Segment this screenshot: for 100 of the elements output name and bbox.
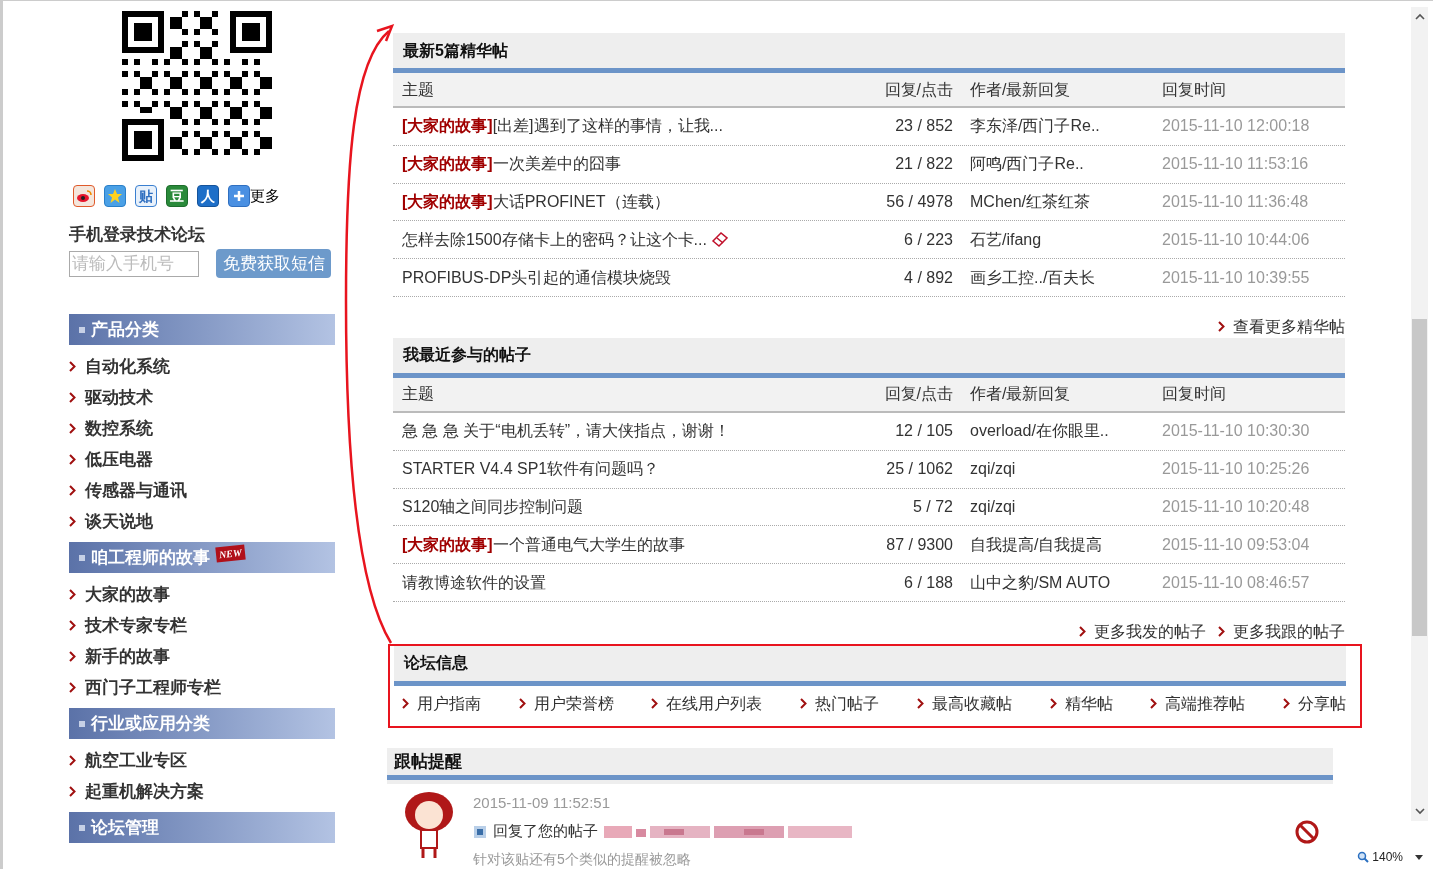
topic-link[interactable]: [大家的故事]一次美差中的囧事	[402, 152, 621, 177]
column-header: 作者/最新回复	[969, 79, 1072, 100]
topic-link[interactable]: PROFIBUS-DP头引起的通信模块烧毁	[402, 265, 672, 290]
share-more-link[interactable]: 更多	[250, 185, 280, 208]
chevron-icon	[518, 698, 526, 710]
column-header: 回复时间	[1162, 384, 1227, 405]
zoom-level[interactable]: 140%	[1357, 848, 1403, 866]
chevron-icon	[69, 423, 76, 434]
chevron-icon	[69, 485, 76, 496]
forum-info-link[interactable]: 用户指南	[402, 691, 481, 716]
topic-link[interactable]: [大家的故事]一个普通电气大学生的故事	[402, 532, 685, 557]
mobile-login-title: 手机登录技术论坛	[69, 223, 206, 246]
ignored-note: 针对该贴还有5个类似的提醒被忽略	[473, 849, 692, 869]
chevron-icon	[916, 698, 924, 710]
category-title: 咱工程师的故事	[91, 546, 210, 569]
category-link[interactable]: 大家的故事	[69, 579, 335, 610]
forum-info-link[interactable]: 分享帖	[1282, 691, 1346, 716]
reply-count-cell-text: 6 / 223	[903, 229, 953, 250]
dropdown-caret-icon[interactable]	[1415, 854, 1423, 860]
topic-link[interactable]: [大家的故事][出差]遇到了这样的事情，让我...	[402, 114, 723, 139]
author-cell-text: 阿鸣/西门子Re..	[969, 154, 1085, 175]
author-cell-text: zqi/zqi	[969, 459, 1017, 480]
reminder-time: 2015-11-09 11:52:51	[473, 792, 612, 813]
category-title: 行业或应用分类	[91, 712, 210, 735]
forum-info-link[interactable]: 最高收藏帖	[916, 691, 1012, 716]
chevron-icon	[402, 698, 409, 710]
scrollbar-thumb[interactable]	[1412, 319, 1427, 636]
author-cell-text: 山中之豹/SM AUTO	[969, 572, 1112, 593]
category-link[interactable]: 航空工业专区	[69, 745, 335, 776]
topic-link[interactable]: 怎样去除1500存储卡上的密码？让这个卡...	[402, 227, 707, 252]
reply-count-cell-text: 87 / 9300	[885, 534, 953, 555]
weibo-eye-icon	[76, 189, 92, 204]
category-link[interactable]: 西门子工程师专栏	[69, 672, 335, 703]
category-title: 论坛管理	[91, 816, 159, 839]
category-link[interactable]: 低压电器	[69, 444, 335, 475]
share-button[interactable]	[73, 185, 95, 208]
bullet-icon	[79, 824, 85, 831]
chevron-icon	[69, 651, 76, 662]
author-cell-text: 画乡工控../百夫长	[969, 267, 1097, 288]
chevron-icon	[1218, 626, 1225, 638]
forum-info-link[interactable]: 在线用户列表	[651, 691, 763, 716]
forum-info-link[interactable]: 精华帖	[1049, 691, 1113, 716]
category-title: 产品分类	[91, 318, 159, 341]
section-title: 我最近参与的帖子	[403, 345, 531, 366]
topic-link[interactable]: [大家的故事]大话PROFINET（连载）	[402, 190, 670, 214]
section-title: 最新5篇精华帖	[403, 40, 508, 61]
zoom-icon	[1357, 851, 1370, 863]
more-link[interactable]: 查看更多精华帖	[1218, 316, 1345, 338]
chevron-icon	[69, 786, 76, 797]
time-cell-text: 2015-11-10 11:53:16	[1162, 154, 1310, 175]
bullet-icon	[79, 554, 85, 561]
reply-count-cell-text: 5 / 72	[911, 496, 953, 517]
topic-link[interactable]: 急 急 急 关于“电机丢转”，请大侠指点，谢谢！	[402, 419, 730, 444]
time-cell-text: 2015-11-10 10:25:26	[1162, 459, 1311, 480]
category-link[interactable]: 驱动技术	[69, 382, 335, 413]
more-link[interactable]: 更多我跟的帖子	[1218, 620, 1345, 643]
share-button[interactable]: 贴	[135, 185, 157, 208]
category-link[interactable]: 数控系统	[69, 413, 335, 444]
reply-count-cell-text: 6 / 188	[903, 572, 953, 593]
plus-icon	[232, 189, 246, 204]
reply-icon	[473, 824, 487, 839]
scroll-down-icon[interactable]	[1413, 805, 1426, 817]
column-header: 回复时间	[1162, 79, 1227, 100]
category-link[interactable]: 谈天说地	[69, 506, 335, 537]
category-link[interactable]: 技术专家专栏	[69, 610, 335, 641]
section-title: 论坛信息	[404, 653, 468, 674]
author-cell-text: 石艺/ifang	[969, 229, 1043, 250]
author-cell-text: zqi/zqi	[969, 496, 1017, 517]
forum-info-link[interactable]: 用户荣誉榜	[518, 691, 614, 716]
chevron-icon	[1049, 698, 1057, 710]
chevron-icon	[69, 516, 76, 527]
share-more-button[interactable]	[228, 185, 250, 208]
column-header: 主题	[401, 79, 435, 100]
category-link[interactable]: 自动化系统	[69, 351, 335, 382]
chevron-icon	[69, 392, 76, 403]
share-button[interactable]: 豆	[166, 185, 188, 208]
share-button[interactable]: 人	[197, 185, 219, 208]
ignore-icon[interactable]	[1295, 819, 1319, 844]
topic-link[interactable]: S120轴之间同步控制问题	[402, 494, 584, 519]
phone-input-field[interactable]: 请输入手机号	[69, 250, 199, 277]
more-link[interactable]: 更多我发的帖子	[1079, 620, 1206, 643]
category-link[interactable]: 新手的故事	[69, 641, 335, 672]
new-badge: NEW	[215, 544, 246, 563]
chevron-icon	[69, 589, 76, 600]
forum-info-link[interactable]: 高端推荐帖	[1150, 691, 1246, 716]
section-title: 跟帖提醒	[394, 750, 462, 773]
column-header: 回复/点击	[883, 79, 953, 100]
reply-count-cell-text: 21 / 822	[894, 154, 953, 175]
chevron-icon	[1282, 698, 1290, 710]
chevron-icon	[1150, 698, 1158, 710]
category-link[interactable]: 传感器与通讯	[69, 475, 335, 506]
column-header: 回复/点击	[883, 384, 953, 405]
reply-count-cell-text: 56 / 4978	[885, 192, 953, 212]
time-cell-text: 2015-11-10 10:20:48	[1162, 496, 1311, 517]
category-link[interactable]: 起重机解决方案	[69, 776, 335, 807]
forum-info-link[interactable]: 热门帖子	[800, 691, 880, 716]
topic-link[interactable]: 请教博途软件的设置	[402, 570, 546, 595]
chevron-icon	[69, 620, 76, 631]
author-cell-text: 自我提高/自我提高	[969, 534, 1104, 555]
topic-link[interactable]: STARTER V4.4 SP1软件有问题吗？	[402, 457, 660, 482]
